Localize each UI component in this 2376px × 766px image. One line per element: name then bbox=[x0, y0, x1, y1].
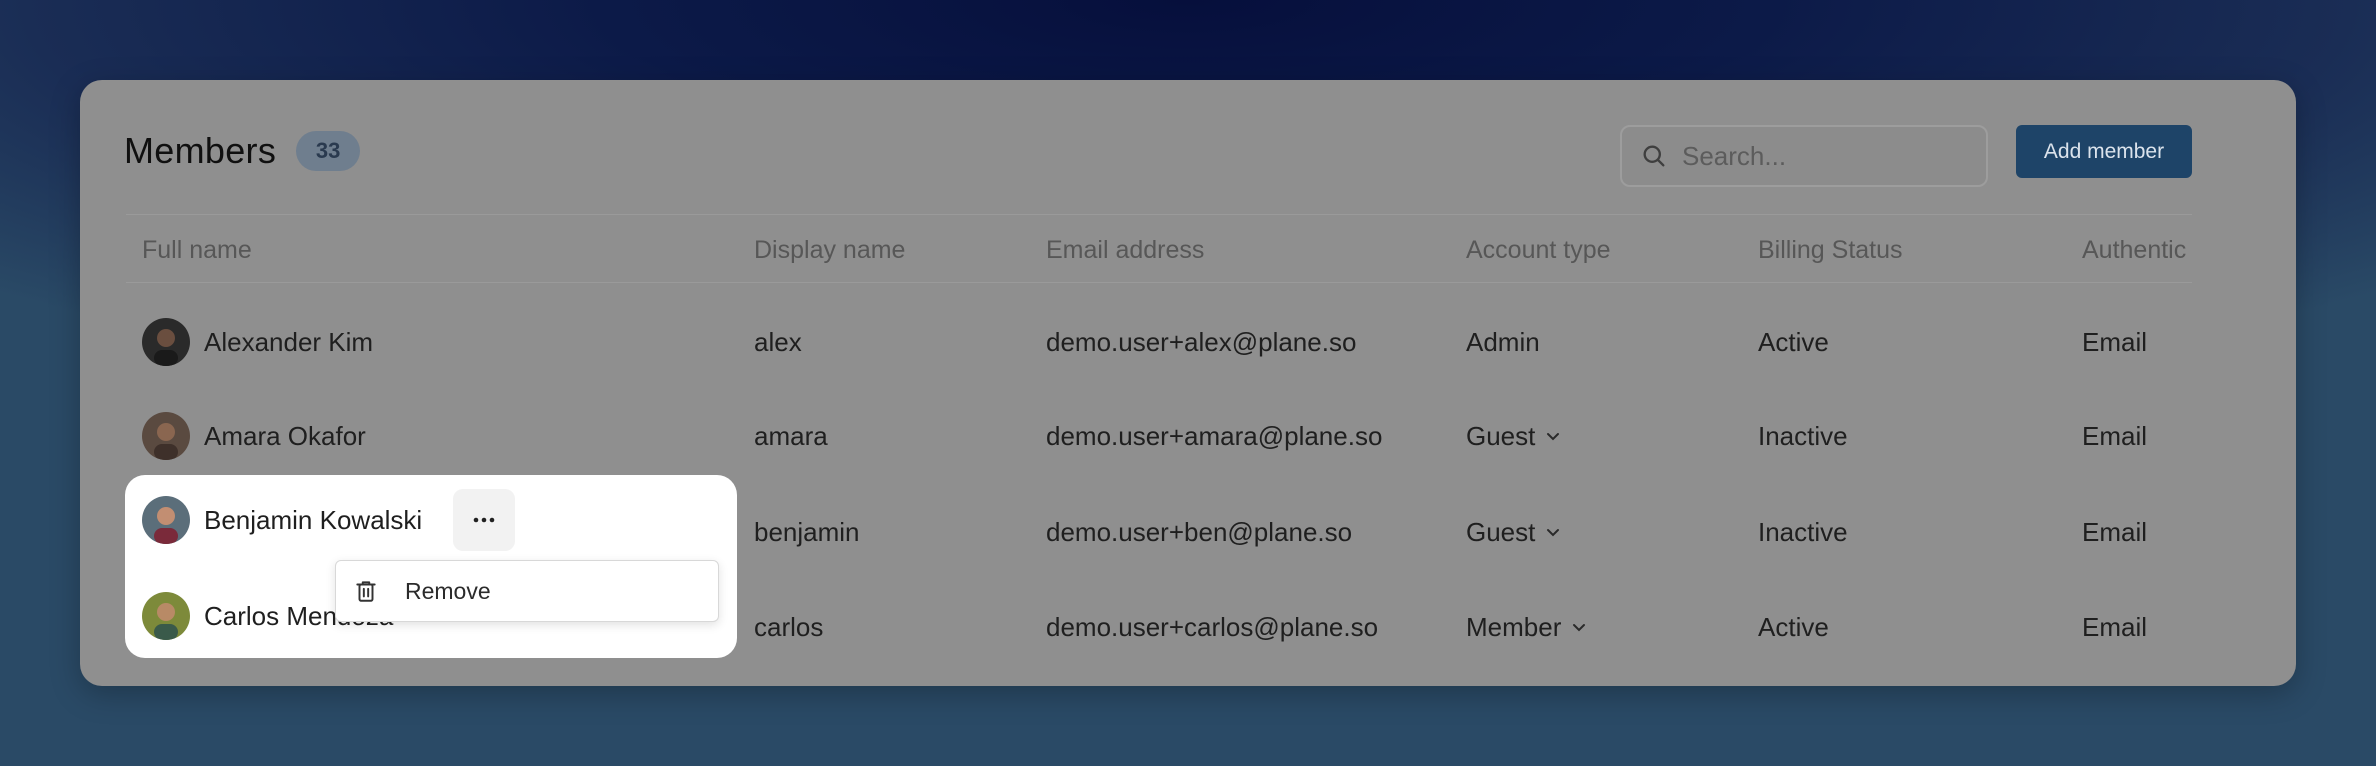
authentication-method: Email bbox=[2082, 611, 2148, 642]
avatar bbox=[142, 592, 190, 640]
row-more-options-button[interactable] bbox=[453, 489, 515, 551]
billing-status: Active bbox=[1758, 611, 1829, 642]
column-header-display-name[interactable]: Display name bbox=[754, 236, 905, 265]
member-email: demo.user+carlos@plane.so bbox=[1046, 611, 1379, 642]
search-input[interactable] bbox=[1682, 140, 1972, 172]
member-email: demo.user+ben@plane.so bbox=[1046, 516, 1353, 547]
avatar bbox=[142, 318, 190, 366]
member-display-name: amara bbox=[754, 420, 828, 451]
table-top-border bbox=[126, 214, 2192, 215]
member-full-name: Benjamin Kowalski bbox=[204, 504, 423, 535]
table-row-highlighted[interactable]: Benjamin Kowalski bbox=[142, 490, 422, 550]
table-row[interactable]: Amara Okafor amara demo.user+amara@plane… bbox=[126, 389, 2192, 483]
add-member-button[interactable]: Add member bbox=[2016, 125, 2192, 178]
authentication-method: Email bbox=[2082, 516, 2148, 547]
account-type-label: Admin bbox=[1466, 326, 1540, 357]
account-type-value: Guest bbox=[1466, 420, 1536, 451]
member-email: demo.user+amara@plane.so bbox=[1046, 420, 1383, 451]
account-type-value: Guest bbox=[1466, 516, 1536, 547]
billing-status: Inactive bbox=[1758, 420, 1848, 451]
chevron-down-icon bbox=[1573, 624, 1586, 632]
avatar bbox=[142, 496, 190, 544]
member-display-name: alex bbox=[754, 326, 802, 357]
column-header-billing-status[interactable]: Billing Status bbox=[1758, 236, 1903, 265]
more-horizontal-icon bbox=[473, 517, 495, 523]
search-icon bbox=[1643, 145, 1665, 167]
remove-menu-item[interactable]: Remove bbox=[405, 578, 491, 605]
member-count-badge: 33 bbox=[296, 131, 361, 171]
member-email: demo.user+alex@plane.so bbox=[1046, 326, 1357, 357]
account-type-dropdown[interactable]: Guest bbox=[1466, 389, 1561, 483]
panel-header: Members 33 bbox=[124, 130, 361, 172]
column-header-email[interactable]: Email address bbox=[1046, 236, 1204, 265]
billing-status: Inactive bbox=[1758, 516, 1848, 547]
column-header-account-type[interactable]: Account type bbox=[1466, 236, 1611, 265]
row-context-menu: Remove bbox=[335, 560, 719, 622]
row-actions-spotlight: Benjamin Kowalski Carlos Mendoza Remove bbox=[125, 475, 737, 658]
member-display-name: benjamin bbox=[754, 516, 860, 547]
table-row[interactable]: Alexander Kim alex demo.user+alex@plane.… bbox=[126, 295, 2192, 389]
authentication-method: Email bbox=[2082, 420, 2148, 451]
chevron-down-icon bbox=[1547, 433, 1560, 441]
column-header-full-name[interactable]: Full name bbox=[142, 236, 252, 265]
member-display-name: carlos bbox=[754, 611, 824, 642]
member-full-name: Amara Okafor bbox=[204, 420, 366, 451]
trash-icon bbox=[356, 581, 376, 602]
authentication-method: Email bbox=[2082, 326, 2148, 357]
avatar bbox=[142, 412, 190, 460]
account-type-value: Member bbox=[1466, 611, 1562, 642]
page-title: Members bbox=[124, 130, 277, 171]
account-type-dropdown[interactable]: Guest bbox=[1466, 485, 1561, 579]
column-header-authentication[interactable]: Authentic bbox=[2082, 236, 2186, 265]
account-type-dropdown[interactable]: Member bbox=[1466, 580, 1587, 664]
search-box[interactable] bbox=[1620, 125, 1988, 187]
billing-status: Active bbox=[1758, 326, 1829, 357]
header-divider bbox=[126, 282, 2192, 283]
member-full-name: Alexander Kim bbox=[204, 326, 374, 357]
chevron-down-icon bbox=[1547, 529, 1560, 537]
